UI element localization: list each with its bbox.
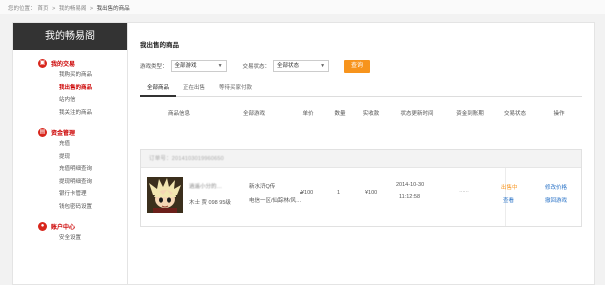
column-header: 资金到账期 <box>456 111 484 117</box>
product-name[interactable]: 逍遥小分的… <box>189 182 222 190</box>
nav-group-heading: ▣ 我的交易 <box>13 58 127 69</box>
quantity: 1 <box>337 190 341 196</box>
nav-group-heading: ▤ 资金管理 <box>13 127 127 138</box>
column-header: 状态更新时间 <box>400 111 434 117</box>
column-header: 交易状态 <box>503 111 526 117</box>
order-card: 订单号：2014103019960650 逍遥小分的… 木士 贾 098 95级… <box>140 149 582 227</box>
sidebar-item-my-purchases[interactable]: 我购买的商品 <box>13 69 127 82</box>
sidebar-item-recharge-records[interactable]: 充值明细查询 <box>13 163 127 176</box>
column-header: 单价 <box>302 111 314 117</box>
game-type-value: 全部游戏 <box>174 63 197 69</box>
nav-group-heading-label: 账户中心 <box>51 225 76 231</box>
modify-price-link[interactable]: 修改价格 <box>545 183 567 191</box>
tab-on-sale[interactable]: 正在出售 <box>176 83 212 97</box>
amount-received: ¥100 <box>365 190 378 196</box>
breadcrumb-home-link[interactable]: 首页 <box>38 6 49 12</box>
column-header: 操作 <box>553 111 565 117</box>
table-header: 商品信息 全部游戏 单价 数量 实收款 状态更新时间 资金到账期 交易状态 操作 <box>140 107 582 119</box>
seller-info: 木士 贾 098 95级 <box>189 200 231 206</box>
breadcrumb-separator: > <box>89 6 94 12</box>
sidebar-item-followed[interactable]: 我关注的商品 <box>13 107 127 120</box>
game-name: 新水浒Q传 <box>249 184 276 190</box>
sidebar-item-withdraw[interactable]: 提现 <box>13 151 127 164</box>
update-date: 2014-10-30 <box>396 182 425 188</box>
chevron-down-icon: ▼ <box>320 63 326 69</box>
column-header: 数量 <box>334 111 346 117</box>
tab-awaiting-payment[interactable]: 等待买家付款 <box>212 83 259 97</box>
sidebar-title: 我的畅易阁 <box>13 23 127 50</box>
product-thumbnail[interactable] <box>147 177 183 213</box>
decorative-dot <box>300 192 302 194</box>
filter-bar: 游戏类型： 全部游戏 ▼ 交易状态： 全部状态 ▼ 查询 <box>140 59 371 73</box>
unit-price: ¥100 <box>301 190 314 196</box>
sidebar-item-security[interactable]: 安全设置 <box>13 232 127 245</box>
nav-group-heading-label: 资金管理 <box>51 131 76 137</box>
nav-group-heading-label: 我的交易 <box>51 62 76 68</box>
query-button[interactable]: 查询 <box>344 59 371 73</box>
game-type-label: 游戏类型： <box>140 64 168 70</box>
fund-period: …… <box>459 188 469 194</box>
server-name: 电信一区/仙踪林/风… <box>249 198 302 204</box>
chevron-down-icon: ▼ <box>217 63 223 69</box>
sidebar-item-recharge[interactable]: 充值 <box>13 138 127 151</box>
nav-group-heading: ● 账户中心 <box>13 221 127 232</box>
sidebar-item-messages[interactable]: 站内信 <box>13 94 127 107</box>
nav-group-funds: ▤ 资金管理 充值 提现 充值明细查询 提现明细查询 银行卡管理 钱包密码设置 <box>13 127 127 213</box>
update-time: 11:12:58 <box>399 194 421 200</box>
nav-group-account: ● 账户中心 安全设置 <box>13 221 127 245</box>
sidebar-item-my-sales[interactable]: 我出售的商品 <box>13 82 127 95</box>
view-details-link[interactable]: 查看 <box>503 196 514 204</box>
trade-status-value: 全部状态 <box>277 63 300 69</box>
sidebar: 我的畅易阁 ▣ 我的交易 我购买的商品 我出售的商品 站内信 我关注的商品 ▤ … <box>12 22 128 285</box>
breadcrumb-current: 我出售的商品 <box>96 6 130 12</box>
breadcrumb-parent-link[interactable]: 我的畅易阁 <box>59 6 87 12</box>
page-title: 我出售的商品 <box>140 42 179 49</box>
sidebar-item-bank-cards[interactable]: 银行卡管理 <box>13 188 127 201</box>
user-icon: ● <box>38 222 47 231</box>
withdraw-game-link[interactable]: 撤回游戏 <box>545 196 567 204</box>
tab-all-products[interactable]: 全部商品 <box>140 83 177 97</box>
column-header: 商品信息 <box>167 111 190 117</box>
order-header: 订单号：2014103019960650 <box>141 150 581 168</box>
table-row: 逍遥小分的… 木士 贾 098 95级 新水浒Q传 电信一区/仙踪林/风… ¥1… <box>141 168 581 226</box>
nav-group-trading: ▣ 我的交易 我购买的商品 我出售的商品 站内信 我关注的商品 <box>13 58 127 119</box>
sidebar-item-withdraw-records[interactable]: 提现明细查询 <box>13 176 127 189</box>
trade-status-select[interactable]: 全部状态 ▼ <box>273 60 330 72</box>
status-badge: 出售中 <box>501 185 518 191</box>
breadcrumb-label: 您的位置： <box>8 6 36 12</box>
game-type-select[interactable]: 全部游戏 ▼ <box>170 60 227 72</box>
shopping-bag-icon: ▣ <box>38 59 47 68</box>
breadcrumb: 您的位置： 首页 > 我的畅易阁 > 我出售的商品 <box>0 0 605 14</box>
character-avatar-icon <box>147 177 183 213</box>
sidebar-item-wallet-password[interactable]: 钱包密码设置 <box>13 201 127 214</box>
main-panel: 我出售的商品 游戏类型： 全部游戏 ▼ 交易状态： 全部状态 ▼ 查询 全部商品… <box>128 22 595 285</box>
wallet-icon: ▤ <box>38 128 47 137</box>
order-number: 订单号：2014103019960650 <box>149 156 224 162</box>
column-header: 实收款 <box>362 111 380 117</box>
column-header-game-filter[interactable]: 全部游戏 <box>218 109 290 117</box>
breadcrumb-separator: > <box>52 6 56 12</box>
trade-status-label: 交易状态： <box>242 64 271 70</box>
tab-bar: 全部商品 正在出售 等待买家付款 <box>140 83 582 97</box>
